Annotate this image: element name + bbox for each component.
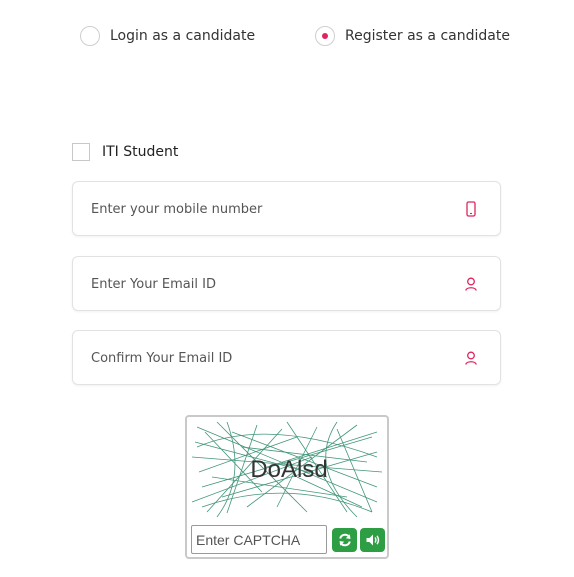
confirm-email-field <box>72 330 501 386</box>
captcha-input[interactable] <box>191 525 327 554</box>
speaker-icon <box>366 534 379 546</box>
user-icon <box>465 277 477 291</box>
user-icon <box>465 351 477 365</box>
register-candidate-label: Register as a candidate <box>345 28 510 44</box>
email-field <box>72 256 501 312</box>
login-candidate-radio[interactable] <box>80 26 100 46</box>
mobile-phone-icon <box>466 200 476 217</box>
captcha-refresh-button[interactable] <box>332 528 357 552</box>
login-candidate-option[interactable]: Login as a candidate <box>80 26 255 46</box>
register-candidate-option[interactable]: Register as a candidate <box>315 26 510 46</box>
email-input[interactable] <box>89 257 453 312</box>
iti-student-option[interactable]: ITI Student <box>72 143 178 161</box>
iti-student-label: ITI Student <box>102 144 179 160</box>
captcha-audio-button[interactable] <box>360 528 385 552</box>
refresh-icon <box>338 533 351 547</box>
captcha-text: DoAlsd <box>250 456 327 483</box>
mobile-number-input[interactable] <box>89 182 453 237</box>
iti-student-checkbox[interactable] <box>72 143 90 161</box>
radio-selected-dot <box>322 33 328 39</box>
captcha-box: DoAlsd <box>185 415 389 559</box>
register-candidate-radio[interactable] <box>315 26 335 46</box>
login-candidate-label: Login as a candidate <box>110 28 256 44</box>
captcha-image: DoAlsd <box>191 421 383 518</box>
mobile-number-field <box>72 181 501 237</box>
confirm-email-input[interactable] <box>89 331 453 386</box>
